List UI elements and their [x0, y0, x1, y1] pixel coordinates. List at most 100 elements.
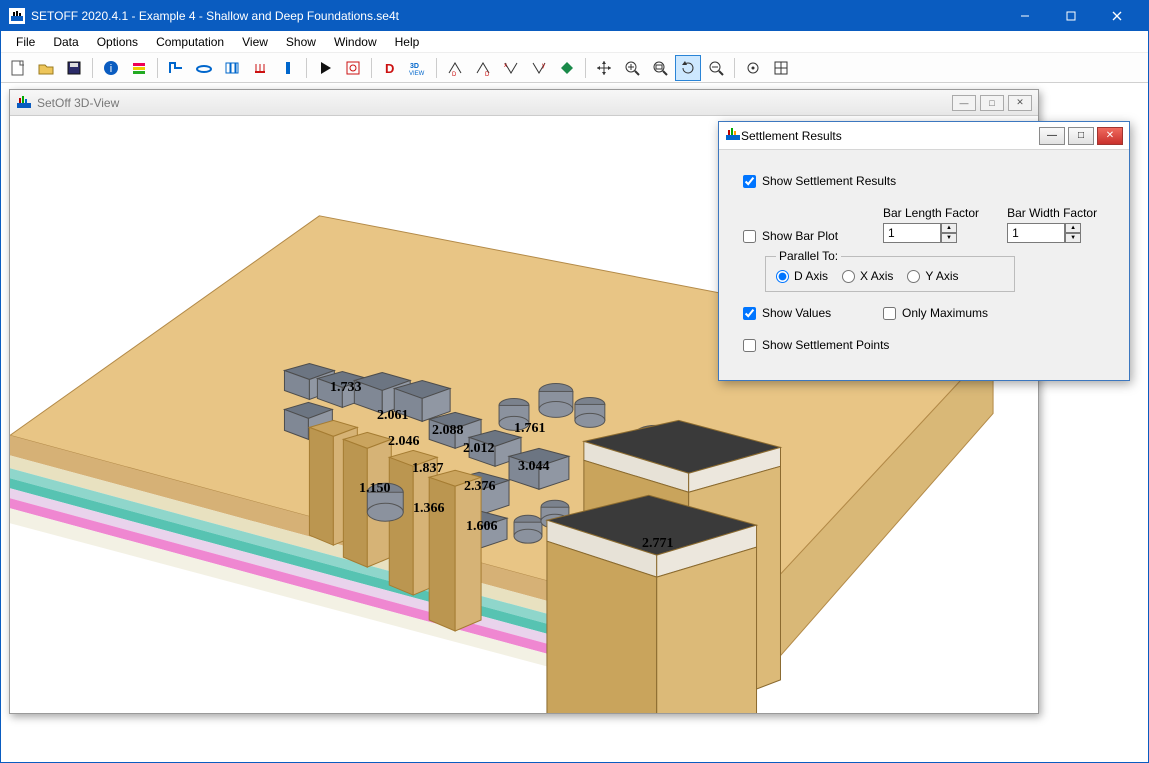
3dview-icon[interactable]: 3DVIEW	[405, 55, 431, 81]
svg-text:VIEW: VIEW	[409, 71, 425, 77]
axis4-icon[interactable]: y	[526, 55, 552, 81]
show-settlement-results-checkbox[interactable]: Show Settlement Results	[743, 174, 896, 188]
menu-options[interactable]: Options	[88, 33, 147, 51]
bar-width-down[interactable]: ▼	[1065, 233, 1081, 243]
radio-d-axis[interactable]: D Axis	[776, 269, 828, 283]
beam-icon[interactable]	[191, 55, 217, 81]
profile-icon[interactable]	[163, 55, 189, 81]
grid-icon[interactable]	[768, 55, 794, 81]
value-label: 1.733	[330, 380, 362, 396]
point-icon[interactable]	[740, 55, 766, 81]
show-settlement-results-input[interactable]	[743, 175, 756, 188]
only-maximums-input[interactable]	[883, 307, 896, 320]
zoom-out-icon[interactable]	[703, 55, 729, 81]
bar-length-factor-input[interactable]	[883, 223, 941, 243]
minimize-button[interactable]	[1002, 1, 1048, 31]
only-maximums-checkbox[interactable]: Only Maximums	[883, 306, 988, 320]
child-minimize-button[interactable]: —	[952, 95, 976, 111]
menu-file[interactable]: File	[7, 33, 44, 51]
child-app-icon	[16, 95, 32, 111]
svg-text:D: D	[385, 61, 394, 76]
dialog-maximize-button[interactable]: □	[1068, 127, 1094, 145]
zoom-fit-icon[interactable]	[647, 55, 673, 81]
show-bar-plot-label: Show Bar Plot	[762, 229, 838, 243]
radio-x-axis[interactable]: X Axis	[842, 269, 893, 283]
value-label: 3.044	[518, 459, 550, 475]
load-icon[interactable]	[247, 55, 273, 81]
bar-length-down[interactable]: ▼	[941, 233, 957, 243]
bar-width-factor-input[interactable]	[1007, 223, 1065, 243]
value-label: 1.150	[359, 481, 391, 497]
titlebar: SETOFF 2020.4.1 - Example 4 - Shallow an…	[1, 1, 1148, 31]
close-button[interactable]	[1094, 1, 1140, 31]
value-label: 2.376	[464, 479, 496, 495]
app-window: SETOFF 2020.4.1 - Example 4 - Shallow an…	[0, 0, 1149, 763]
axis5-icon[interactable]	[554, 55, 580, 81]
value-label: 2.771	[642, 536, 674, 552]
results-icon[interactable]	[340, 55, 366, 81]
value-label: 2.012	[463, 441, 495, 457]
menubar: FileDataOptionsComputationViewShowWindow…	[1, 31, 1148, 53]
save-icon[interactable]	[61, 55, 87, 81]
app-icon	[9, 8, 25, 24]
axis2-icon[interactable]: D	[470, 55, 496, 81]
svg-text:y: y	[542, 63, 545, 69]
dialog-minimize-button[interactable]: —	[1039, 127, 1065, 145]
info-icon[interactable]: i	[98, 55, 124, 81]
app-title: SETOFF 2020.4.1 - Example 4 - Shallow an…	[31, 9, 399, 23]
value-label: 2.088	[432, 423, 464, 439]
toolbar: i D 3DVIEW D Dx y	[1, 53, 1148, 83]
menu-computation[interactable]: Computation	[147, 33, 233, 51]
bar-length-up[interactable]: ▲	[941, 223, 957, 233]
settlement-results-dialog: Settlement Results — □ ✕ Show Settlement…	[718, 121, 1130, 381]
svg-text:i: i	[110, 63, 112, 75]
value-label: 1.606	[466, 519, 498, 535]
show-bar-plot-checkbox[interactable]: Show Bar Plot	[743, 229, 873, 243]
value-label: 2.046	[388, 434, 420, 450]
pan-icon[interactable]	[591, 55, 617, 81]
svg-text:D: D	[452, 72, 457, 77]
show-values-input[interactable]	[743, 307, 756, 320]
bar-length-factor-label: Bar Length Factor	[883, 206, 979, 220]
menu-show[interactable]: Show	[277, 33, 325, 51]
radio-y-axis[interactable]: Y Axis	[907, 269, 958, 283]
svg-text:x: x	[504, 63, 507, 69]
parallel-to-group: Parallel To: D Axis X Axis Y Axis	[765, 249, 1015, 292]
svg-text:D: D	[485, 72, 490, 77]
layers-icon[interactable]	[126, 55, 152, 81]
child-title-text: SetOff 3D-View	[37, 96, 119, 110]
value-label: 2.061	[377, 408, 409, 424]
run-icon[interactable]	[312, 55, 338, 81]
dialog-app-icon	[725, 127, 741, 144]
parallel-to-legend: Parallel To:	[776, 249, 841, 263]
column-icon[interactable]	[275, 55, 301, 81]
show-values-checkbox[interactable]: Show Values	[743, 306, 873, 320]
d-icon[interactable]: D	[377, 55, 403, 81]
maximize-button[interactable]	[1048, 1, 1094, 31]
dialog-titlebar[interactable]: Settlement Results — □ ✕	[719, 122, 1129, 150]
child-maximize-button[interactable]: □	[980, 95, 1004, 111]
new-icon[interactable]	[5, 55, 31, 81]
child-close-button[interactable]: ✕	[1008, 95, 1032, 111]
axis1-icon[interactable]: D	[442, 55, 468, 81]
menu-window[interactable]: Window	[325, 33, 386, 51]
zoom-in-icon[interactable]	[619, 55, 645, 81]
frame-icon[interactable]	[219, 55, 245, 81]
dialog-body: Show Settlement Results Show Bar Plot Ba…	[719, 150, 1129, 380]
show-settlement-points-input[interactable]	[743, 339, 756, 352]
dialog-close-button[interactable]: ✕	[1097, 127, 1123, 145]
show-settlement-points-checkbox[interactable]: Show Settlement Points	[743, 338, 889, 352]
bar-width-factor-field[interactable]: ▲▼	[1007, 223, 1097, 243]
open-icon[interactable]	[33, 55, 59, 81]
menu-view[interactable]: View	[233, 33, 277, 51]
large-footing-front	[547, 495, 757, 713]
bar-width-up[interactable]: ▲	[1065, 223, 1081, 233]
axis3-icon[interactable]: x	[498, 55, 524, 81]
value-label: 1.366	[413, 501, 445, 517]
show-bar-plot-input[interactable]	[743, 230, 756, 243]
menu-data[interactable]: Data	[44, 33, 87, 51]
menu-help[interactable]: Help	[386, 33, 429, 51]
dialog-title-text: Settlement Results	[741, 129, 842, 143]
rotate-icon[interactable]	[675, 55, 701, 81]
bar-length-factor-field[interactable]: ▲▼	[883, 223, 979, 243]
